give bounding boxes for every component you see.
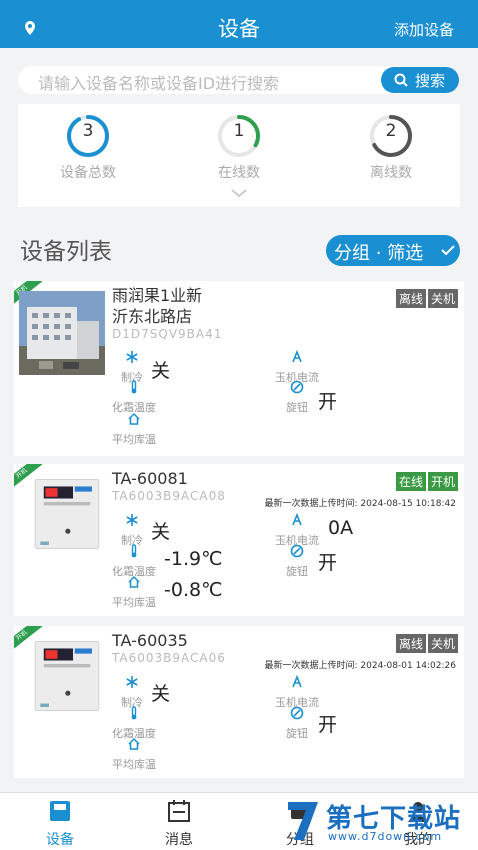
status-badge: 离线 <box>395 289 426 308</box>
device-name-line2: 沂东北路店 <box>112 307 193 326</box>
check-icon <box>441 245 455 256</box>
device-list-title: 设备列表 <box>20 239 112 265</box>
device-card[interactable]: 开机 TA-60081 TA6003B9ACA08 在线 开机 最新一次数据上传时… <box>14 464 464 616</box>
stat-label: 在线数 <box>218 165 260 181</box>
current-value: 0A <box>328 517 354 539</box>
tab-label: 设备 <box>46 832 74 848</box>
device-photo <box>19 291 105 375</box>
knob-value: 开 <box>318 391 338 413</box>
search-input[interactable]: 请输入设备名称或设备ID进行搜索 <box>38 70 279 94</box>
knob-icon <box>290 706 304 720</box>
status-badge: 离线 <box>395 634 426 653</box>
device-id: TA6003B9ACA06 <box>112 651 226 665</box>
chevron-down-icon[interactable] <box>230 188 248 198</box>
search-bar: 请输入设备名称或设备ID进行搜索 搜索 <box>18 66 459 94</box>
fan-icon <box>292 512 302 526</box>
knob-icon <box>290 544 304 558</box>
filter-label: 分组 · 筛选 <box>334 243 424 264</box>
tab-devices[interactable]: 设备 <box>30 799 90 849</box>
cooling-value: 关 <box>151 683 171 705</box>
device-card[interactable]: 开机 TA-60035 TA6003B9ACA06 离线 关机 最新一次数据上传时… <box>14 626 464 778</box>
fan-icon <box>292 349 302 363</box>
stat-value: 3 <box>82 121 94 141</box>
home-icon <box>128 412 140 425</box>
add-device-button[interactable]: 添加设备 <box>394 19 454 40</box>
snowflake-icon <box>126 676 138 688</box>
device-name-line1: 雨润果1业新 <box>112 286 203 305</box>
device-card[interactable]: 开机 雨润果1业新 沂东北路店 D1D7SQV9BA41 离线 关机 制冷 关 玉… <box>14 281 464 456</box>
device-id: D1D7SQV9BA41 <box>112 327 223 341</box>
stat-label: 离线数 <box>370 165 412 181</box>
power-badge: 关机 <box>427 289 458 308</box>
avg-temp-metric: 平均库温 <box>104 736 164 772</box>
stat-value: 2 <box>385 121 397 141</box>
calendar-message-icon <box>168 800 190 822</box>
device-name: TA-60035 <box>112 631 188 650</box>
last-upload-time: 最新一次数据上传时间: 2024-08-01 14:02:26 <box>264 661 456 671</box>
group-filter-button[interactable]: 分组 · 筛选 <box>326 235 460 266</box>
snowflake-icon <box>126 351 138 363</box>
status-badge: 在线 <box>395 472 426 491</box>
home-icon <box>128 737 140 750</box>
search-button-label: 搜索 <box>415 72 446 90</box>
knob-icon <box>290 380 304 394</box>
device-name: 雨润果1业新 沂东北路店 <box>112 285 202 327</box>
status-tags: 离线 关机 <box>394 288 458 308</box>
watermark-url: www.d7down.com <box>328 830 443 843</box>
avg-temp-label: 平均库温 <box>112 758 156 771</box>
stat-online[interactable]: 1 在线数 <box>189 113 289 182</box>
power-badge: 开机 <box>427 472 458 491</box>
avg-temp-label: 平均库温 <box>112 433 156 446</box>
cooling-value: 关 <box>151 521 171 543</box>
controller-box-image <box>34 479 100 549</box>
stat-label: 设备总数 <box>60 165 116 181</box>
home-icon <box>128 575 140 588</box>
avg-temp-metric: 平均库温 <box>104 411 164 447</box>
avg-temp-metric: 平均库温 <box>104 574 164 610</box>
top-bar: 设备 添加设备 <box>0 0 478 48</box>
stats-panel: 3 设备总数 1 在线数 2 离线数 <box>18 104 460 207</box>
stat-total[interactable]: 3 设备总数 <box>38 113 138 182</box>
thermometer-icon <box>131 706 137 720</box>
device-id: TA6003B9ACA08 <box>112 489 226 503</box>
search-button[interactable]: 搜索 <box>381 67 459 93</box>
power-badge: 关机 <box>427 634 458 653</box>
fan-icon <box>292 674 302 688</box>
tab-messages[interactable]: 消息 <box>149 799 209 849</box>
controller-box-image <box>34 641 100 711</box>
status-tags: 离线 关机 <box>394 633 458 653</box>
status-tags: 在线 开机 <box>394 471 458 491</box>
defrost-metric: 化霜温度 <box>104 379 164 415</box>
avg-temp-label: 平均库温 <box>112 596 156 609</box>
snowflake-icon <box>126 514 138 526</box>
search-icon <box>394 73 408 87</box>
stat-value: 1 <box>233 121 245 141</box>
watermark: 第七下载站 www.d7down.com <box>284 796 474 848</box>
knob-value: 开 <box>318 552 338 574</box>
avg-temp-value: -0.8℃ <box>164 579 223 601</box>
stat-offline[interactable]: 2 离线数 <box>341 113 441 182</box>
thermometer-icon <box>131 380 137 394</box>
thermometer-icon <box>131 544 137 558</box>
device-tab-icon <box>50 801 70 821</box>
watermark-logo-icon <box>288 802 318 840</box>
tab-label: 消息 <box>165 832 193 848</box>
defrost-value: -1.9℃ <box>164 548 223 570</box>
last-upload-time: 最新一次数据上传时间: 2024-08-15 10:18:42 <box>264 499 456 509</box>
device-name: TA-60081 <box>112 469 188 488</box>
knob-value: 开 <box>318 714 338 736</box>
